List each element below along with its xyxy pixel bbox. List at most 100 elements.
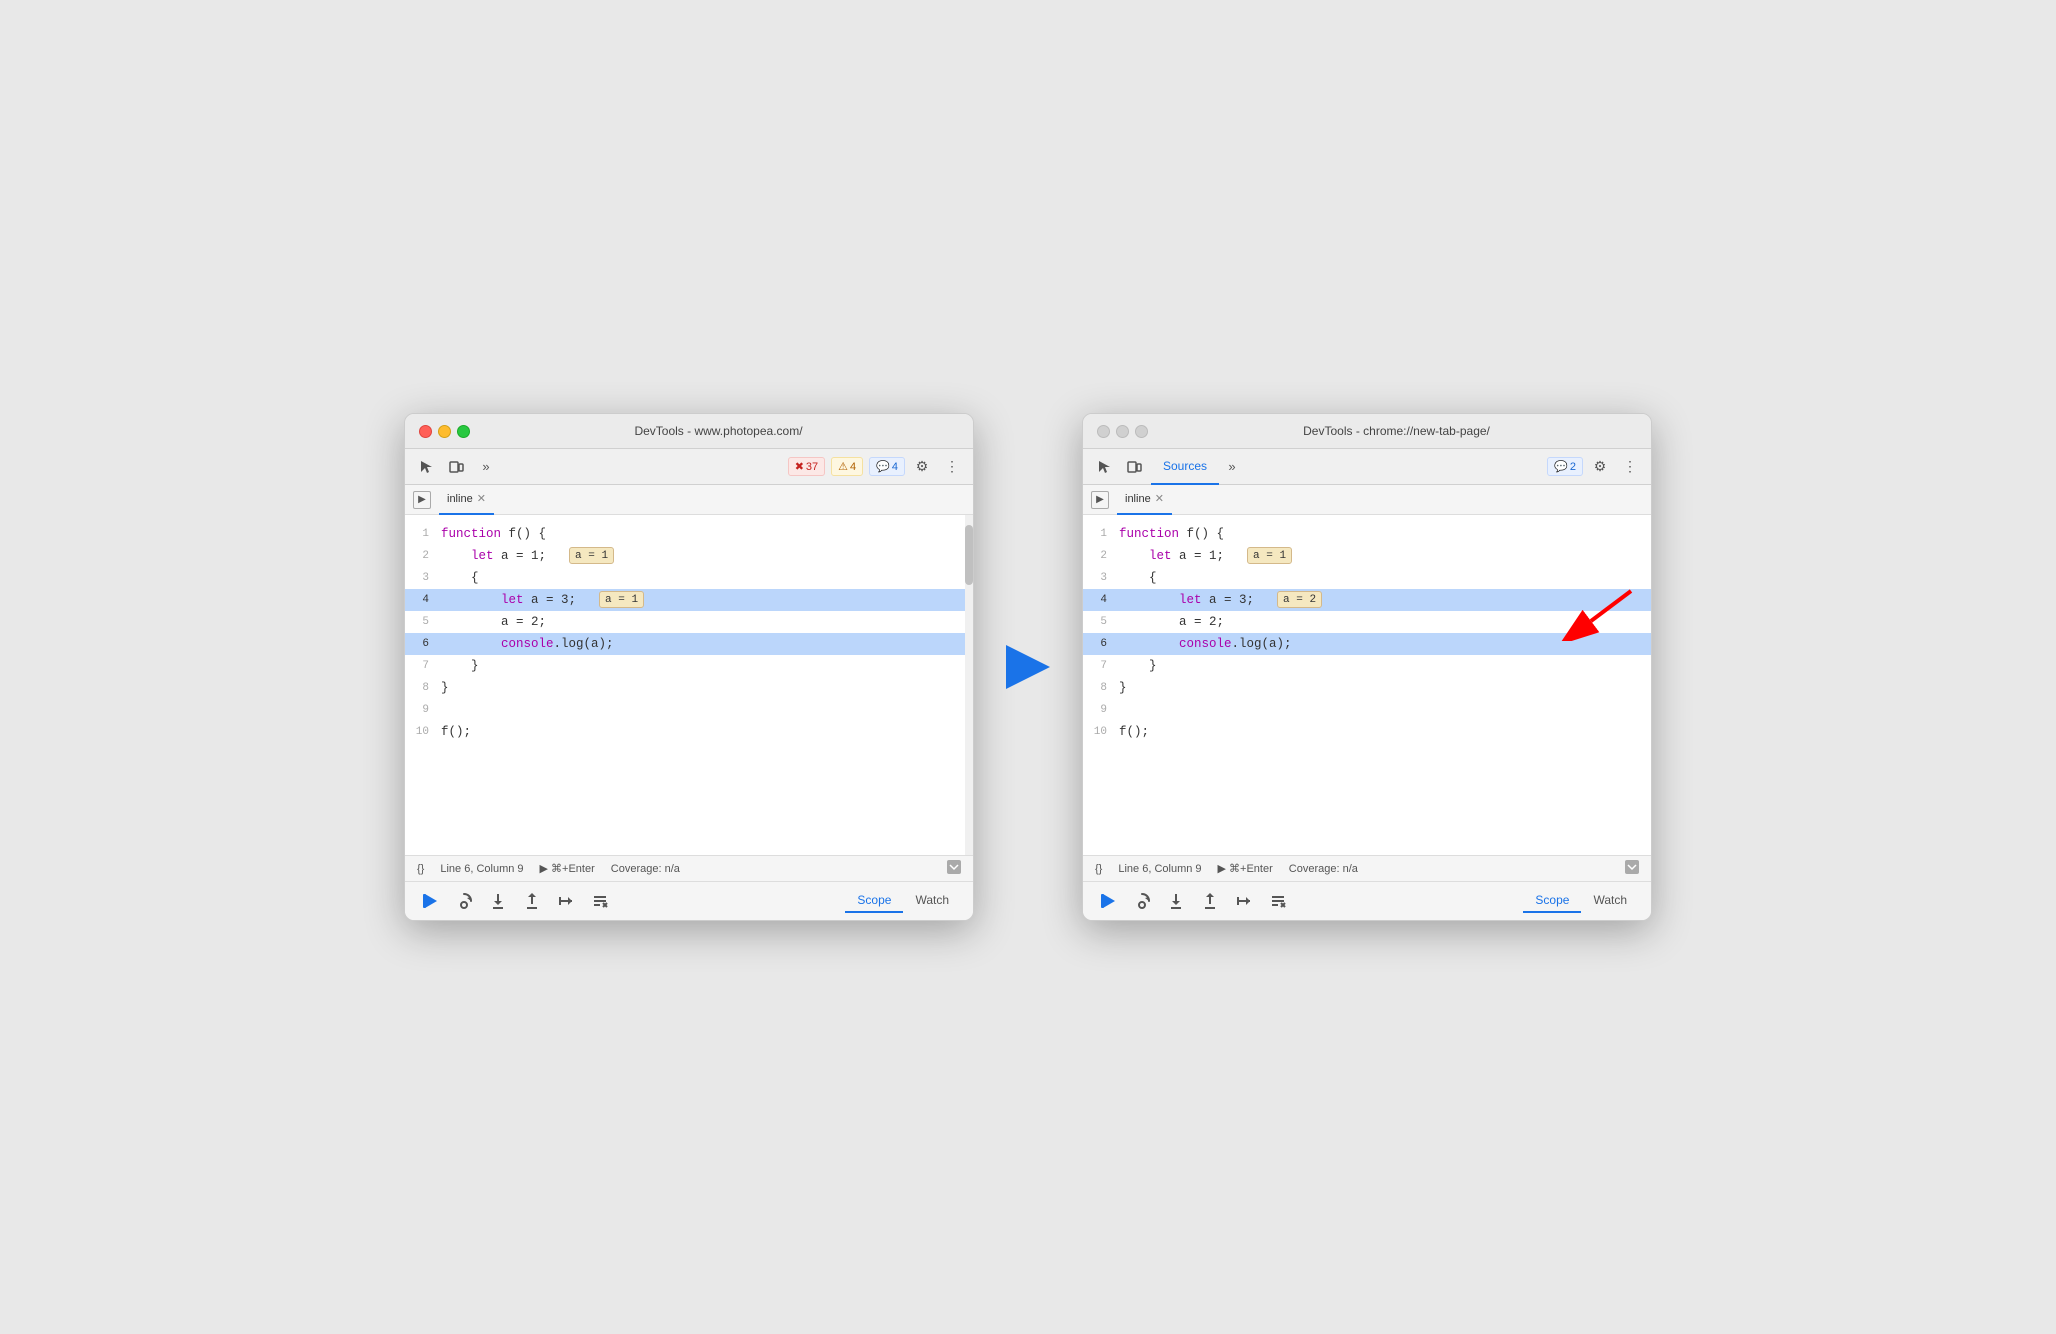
left-file-tab-bar: ▶ inline ✕ bbox=[405, 485, 973, 515]
toolbar-badges-left: ✖ 37 ⚠ 4 💬 4 bbox=[788, 457, 905, 476]
step-into-btn-left[interactable] bbox=[485, 888, 511, 914]
step-btn-left[interactable] bbox=[553, 888, 579, 914]
debug-controls-left bbox=[417, 888, 613, 914]
sources-tab-right[interactable]: Sources bbox=[1151, 449, 1219, 485]
step-into-btn-right[interactable] bbox=[1163, 888, 1189, 914]
debug-tabs-right: Scope Watch bbox=[1523, 889, 1639, 913]
var-badge-4-left: a = 1 bbox=[599, 591, 644, 608]
run-icon-right[interactable]: ▶ bbox=[1091, 491, 1109, 509]
info-count-left: 4 bbox=[892, 461, 898, 473]
inline-file-tab-left[interactable]: inline ✕ bbox=[439, 485, 494, 515]
file-tab-close-right[interactable]: ✕ bbox=[1155, 492, 1164, 505]
step-btn-right[interactable] bbox=[1231, 888, 1257, 914]
cursor-icon-right[interactable] bbox=[1091, 454, 1117, 480]
more-options-icon-right[interactable]: ⋮ bbox=[1617, 454, 1643, 480]
run-label-left[interactable]: ▶ ⌘+Enter bbox=[540, 862, 595, 875]
code-content-6-right: console.log(a); bbox=[1119, 633, 1643, 655]
code-line-10-left: 10 f(); bbox=[405, 721, 973, 743]
deactivate-btn-right[interactable] bbox=[1265, 888, 1291, 914]
forward-arrow bbox=[1006, 645, 1050, 689]
resume-btn-right[interactable] bbox=[1095, 888, 1121, 914]
more-options-icon-left[interactable]: ⋮ bbox=[939, 454, 965, 480]
minimize-button-right[interactable] bbox=[1116, 425, 1129, 438]
minimize-button-left[interactable] bbox=[438, 425, 451, 438]
step-over-btn-right[interactable] bbox=[1129, 888, 1155, 914]
traffic-lights-right bbox=[1097, 425, 1148, 438]
code-line-10-right: 10 f(); bbox=[1083, 721, 1651, 743]
device-icon-left[interactable] bbox=[443, 454, 469, 480]
resume-btn-left[interactable] bbox=[417, 888, 443, 914]
more-panels-label-left: » bbox=[482, 459, 489, 474]
code-content-8-right: } bbox=[1119, 677, 1643, 699]
line-num-6-right: 6 bbox=[1083, 633, 1119, 655]
dropdown-icon-right[interactable] bbox=[1625, 860, 1639, 874]
info-badge-left[interactable]: 💬 4 bbox=[869, 457, 905, 476]
right-bottom-toolbar: Scope Watch bbox=[1083, 881, 1651, 920]
warn-icon-left: ⚠ bbox=[838, 460, 848, 473]
step-over-btn-left[interactable] bbox=[451, 888, 477, 914]
left-title-bar: DevTools - www.photopea.com/ bbox=[405, 414, 973, 449]
code-content-10-right: f(); bbox=[1119, 721, 1643, 743]
code-line-8-right: 8 } bbox=[1083, 677, 1651, 699]
code-content-2-right: let a = 1; a = 1 bbox=[1119, 545, 1643, 567]
maximize-button-left[interactable] bbox=[457, 425, 470, 438]
code-line-2-left: 2 let a = 1; a = 1 bbox=[405, 545, 973, 567]
run-label-right[interactable]: ▶ ⌘+Enter bbox=[1218, 862, 1273, 875]
more-panels-icon-left[interactable]: » bbox=[473, 454, 499, 480]
traffic-lights-left bbox=[419, 425, 470, 438]
file-tab-close-left[interactable]: ✕ bbox=[477, 492, 486, 505]
code-content-5-left: a = 2; bbox=[441, 611, 965, 633]
watch-tab-right[interactable]: Watch bbox=[1581, 889, 1639, 913]
code-line-7-right: 7 } bbox=[1083, 655, 1651, 677]
code-content-8-left: } bbox=[441, 677, 965, 699]
settings-icon-left[interactable]: ⚙ bbox=[909, 454, 935, 480]
cursor-icon-left[interactable] bbox=[413, 454, 439, 480]
chat-badge-right[interactable]: 💬 2 bbox=[1547, 457, 1583, 476]
code-content-3-right: { bbox=[1119, 567, 1643, 589]
inline-file-tab-right[interactable]: inline ✕ bbox=[1117, 485, 1172, 515]
more-panels-icon-right[interactable]: » bbox=[1219, 454, 1245, 480]
deactivate-btn-left[interactable] bbox=[587, 888, 613, 914]
code-content-1-left: function f() { bbox=[441, 523, 965, 545]
settings-glyph-right: ⚙ bbox=[1594, 458, 1607, 475]
close-button-right[interactable] bbox=[1097, 425, 1110, 438]
line-num-2-left: 2 bbox=[405, 545, 441, 567]
warn-badge-left[interactable]: ⚠ 4 bbox=[831, 457, 863, 476]
code-line-9-left: 9 bbox=[405, 699, 973, 721]
watch-tab-left[interactable]: Watch bbox=[903, 889, 961, 913]
line-num-3-right: 3 bbox=[1083, 567, 1119, 589]
scrollbar-track-left[interactable] bbox=[965, 515, 973, 855]
info-icon-left: 💬 bbox=[876, 460, 890, 473]
position-label-right: Line 6, Column 9 bbox=[1118, 863, 1201, 875]
right-file-tab-bar: ▶ inline ✕ bbox=[1083, 485, 1651, 515]
scope-tab-left[interactable]: Scope bbox=[845, 889, 903, 913]
format-label-left[interactable]: {} bbox=[417, 863, 424, 875]
close-button-left[interactable] bbox=[419, 425, 432, 438]
error-badge-left[interactable]: ✖ 37 bbox=[788, 457, 825, 476]
code-line-3-left: 3 { bbox=[405, 567, 973, 589]
left-devtools-toolbar: » ✖ 37 ⚠ 4 💬 4 ⚙ ⋮ bbox=[405, 449, 973, 485]
chat-count-right: 2 bbox=[1570, 461, 1576, 473]
code-line-1-right: 1 function f() { bbox=[1083, 523, 1651, 545]
device-icon-right[interactable] bbox=[1121, 454, 1147, 480]
code-line-6-right: 6 console.log(a); bbox=[1083, 633, 1651, 655]
dropdown-icon-left[interactable] bbox=[947, 860, 961, 874]
code-line-5-right: 5 a = 2; bbox=[1083, 611, 1651, 633]
maximize-button-right[interactable] bbox=[1135, 425, 1148, 438]
right-devtools-window: DevTools - chrome://new-tab-page/ Source… bbox=[1082, 413, 1652, 921]
step-out-btn-right[interactable] bbox=[1197, 888, 1223, 914]
settings-glyph-left: ⚙ bbox=[916, 458, 929, 475]
code-content-6-left: console.log(a); bbox=[441, 633, 965, 655]
line-num-9-right: 9 bbox=[1083, 699, 1119, 721]
format-label-right[interactable]: {} bbox=[1095, 863, 1102, 875]
code-content-2-left: let a = 1; a = 1 bbox=[441, 545, 965, 567]
settings-icon-right[interactable]: ⚙ bbox=[1587, 454, 1613, 480]
code-content-3-left: { bbox=[441, 567, 965, 589]
scope-tab-right[interactable]: Scope bbox=[1523, 889, 1581, 913]
error-count-left: 37 bbox=[806, 461, 818, 473]
scrollbar-thumb-left[interactable] bbox=[965, 525, 973, 585]
step-out-btn-left[interactable] bbox=[519, 888, 545, 914]
run-icon-left[interactable]: ▶ bbox=[413, 491, 431, 509]
line-num-5-left: 5 bbox=[405, 611, 441, 633]
line-num-9-left: 9 bbox=[405, 699, 441, 721]
